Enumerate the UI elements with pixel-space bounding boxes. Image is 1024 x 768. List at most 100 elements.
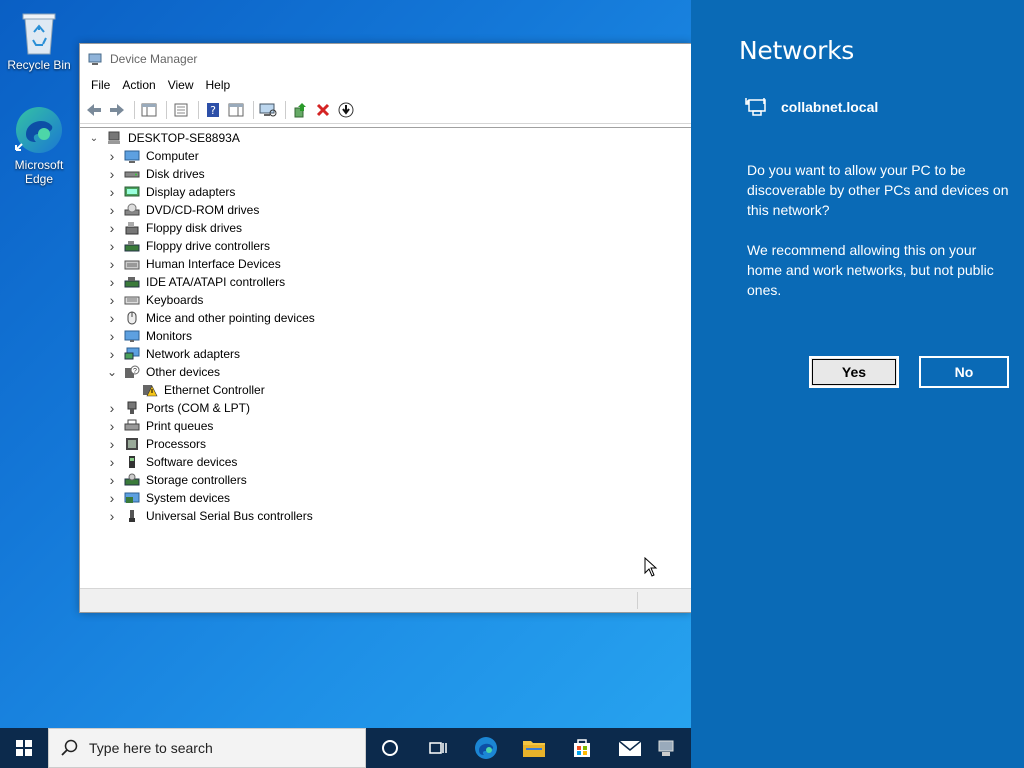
task-view-icon [429, 742, 447, 754]
chevron-right-icon[interactable]: › [106, 274, 118, 290]
chevron-right-icon[interactable]: › [106, 166, 118, 182]
forward-arrow-icon [110, 103, 124, 116]
tree-category[interactable]: › Display adapters [80, 183, 692, 201]
back-button[interactable] [84, 100, 104, 120]
start-button[interactable] [0, 728, 48, 768]
chevron-right-icon[interactable]: › [106, 418, 118, 434]
yes-button[interactable]: Yes [809, 356, 899, 388]
chevron-right-icon[interactable]: › [106, 490, 118, 506]
dvd-icon [124, 203, 140, 216]
store-bag-icon [574, 739, 590, 757]
title-bar[interactable]: Device Manager [80, 44, 691, 74]
help-icon: ? [207, 102, 219, 117]
windows-logo-icon [16, 740, 32, 756]
tree-category[interactable]: › Mice and other pointing devices [80, 309, 692, 327]
task-view-button[interactable] [414, 728, 462, 768]
recommendation-text: We recommend allowing this on your home … [747, 242, 994, 298]
taskbar-edge-button[interactable] [462, 728, 510, 768]
tree-category[interactable]: › Keyboards [80, 291, 692, 309]
chevron-down-icon[interactable]: ⌄ [106, 365, 118, 379]
tree-category[interactable]: › Human Interface Devices [80, 255, 692, 273]
tree-category[interactable]: › Disk drives [80, 165, 692, 183]
tree-category[interactable]: › Computer [80, 147, 692, 165]
no-button[interactable]: No [919, 356, 1009, 388]
properties-button[interactable] [171, 100, 191, 120]
tree-category[interactable]: › DVD/CD-ROM drives [80, 201, 692, 219]
chevron-right-icon[interactable]: › [106, 328, 118, 344]
taskbar-mail-button[interactable] [606, 728, 654, 768]
tree-item-label: Keyboards [146, 293, 204, 307]
chevron-right-icon[interactable]: › [106, 184, 118, 200]
taskbar-device-manager-button[interactable] [654, 728, 678, 768]
chevron-right-icon[interactable]: › [106, 148, 118, 164]
taskbar-search[interactable]: Type here to search [48, 728, 366, 768]
chevron-right-icon[interactable]: › [106, 292, 118, 308]
tree-category[interactable]: › Storage controllers [80, 471, 692, 489]
tree-category[interactable]: › System devices [80, 489, 692, 507]
tree-item-label: Mice and other pointing devices [146, 311, 315, 325]
forward-button[interactable] [107, 100, 127, 120]
properties-icon [174, 103, 188, 116]
menu-action[interactable]: Action [117, 76, 160, 94]
networks-flyout: Networks collabnet.local Do you want to … [691, 0, 1024, 768]
chevron-right-icon[interactable]: › [106, 220, 118, 236]
chevron-right-icon[interactable]: › [106, 310, 118, 326]
scan-hardware-button[interactable] [258, 100, 278, 120]
tree-category[interactable]: › Universal Serial Bus controllers [80, 507, 692, 525]
chevron-right-icon[interactable]: › [106, 346, 118, 362]
tree-root[interactable]: ⌄ DESKTOP-SE8893A [80, 129, 692, 147]
chevron-right-icon[interactable]: › [106, 400, 118, 416]
console-tree-icon [141, 103, 157, 116]
menu-help[interactable]: Help [201, 76, 236, 94]
desktop-icon-edge[interactable]: Microsoft Edge [4, 104, 74, 186]
menu-view[interactable]: View [163, 76, 199, 94]
action-pane-icon [228, 103, 244, 116]
help-button[interactable]: ? [203, 100, 223, 120]
tree-category[interactable]: ⌄? Other devices [80, 363, 692, 381]
monitor-icon [124, 330, 140, 342]
chevron-right-icon[interactable]: › [106, 436, 118, 452]
taskbar-file-explorer-button[interactable] [510, 728, 558, 768]
tree-item-label: Human Interface Devices [146, 257, 281, 271]
tree-category[interactable]: › IDE ATA/ATAPI controllers [80, 273, 692, 291]
chevron-down-icon[interactable]: ⌄ [88, 132, 100, 144]
tree-category[interactable]: › Floppy drive controllers [80, 237, 692, 255]
tree-item-label: Network adapters [146, 347, 241, 361]
keyboard-icon [124, 296, 140, 305]
tree-item-label: Monitors [146, 329, 193, 343]
status-bar [80, 588, 692, 612]
networks-title: Networks [739, 36, 855, 65]
cortana-circle-icon [382, 740, 398, 756]
show-hide-console-tree-button[interactable] [139, 100, 159, 120]
chevron-right-icon[interactable]: › [106, 256, 118, 272]
tree-category[interactable]: › Ports (COM & LPT) [80, 399, 692, 417]
tree-category[interactable]: › Print queues [80, 417, 692, 435]
chevron-right-icon[interactable]: › [106, 238, 118, 254]
chevron-right-icon[interactable]: › [106, 472, 118, 488]
chevron-right-icon[interactable]: › [106, 454, 118, 470]
cortana-button[interactable] [366, 728, 414, 768]
floppy-icon [125, 222, 139, 235]
tree-category[interactable]: › Floppy disk drives [80, 219, 692, 237]
update-driver-button[interactable] [290, 100, 310, 120]
disable-device-button[interactable] [336, 100, 356, 120]
chevron-right-icon[interactable]: › [106, 202, 118, 218]
tree-item-label: IDE ATA/ATAPI controllers [146, 275, 286, 289]
uninstall-device-button[interactable] [313, 100, 333, 120]
tree-category[interactable]: › Monitors [80, 327, 692, 345]
unknown-device-icon: ? [125, 365, 140, 378]
toolbar-separator [285, 100, 286, 119]
tree-category[interactable]: › Software devices [80, 453, 692, 471]
chevron-right-icon[interactable]: › [106, 508, 118, 524]
desktop-icon-recycle-bin[interactable]: Recycle Bin [4, 8, 74, 72]
tree-category[interactable]: › Network adapters [80, 345, 692, 363]
tree-item-label: Display adapters [146, 185, 236, 199]
status-divider [637, 592, 638, 609]
tree-child-item[interactable]: Ethernet Controller [80, 381, 692, 399]
network-name: collabnet.local [781, 99, 879, 115]
taskbar-store-button[interactable] [558, 728, 606, 768]
menu-bar: File Action View Help [80, 74, 691, 96]
menu-file[interactable]: File [86, 76, 115, 94]
tree-category[interactable]: › Processors [80, 435, 692, 453]
action-pane-button[interactable] [226, 100, 246, 120]
